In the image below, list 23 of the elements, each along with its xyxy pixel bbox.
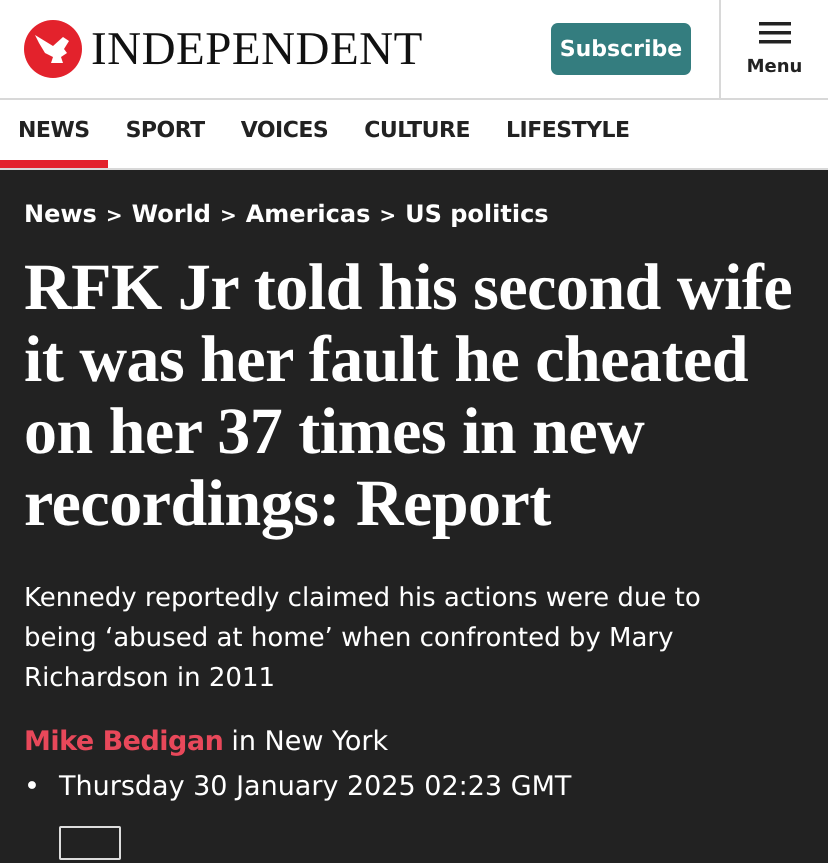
nav-tab[interactable]: SPORT [108, 100, 223, 168]
byline-location: in New York [231, 726, 388, 757]
article-standfirst: Kennedy reportedly claimed his actions were due to being ‘abused at home’ when confronted by Mary Richardson in 2011 [24, 582, 702, 695]
breadcrumb-link[interactable]: Americas [246, 200, 370, 228]
breadcrumb-link[interactable]: News [24, 200, 97, 228]
breadcrumb-link[interactable]: World [132, 200, 211, 228]
breadcrumb-link[interactable]: US politics [405, 200, 549, 228]
breadcrumb-separator: > [106, 203, 123, 227]
subscribe-button[interactable]: Subscribe [551, 23, 691, 75]
breadcrumb-separator: > [220, 203, 237, 227]
nav-tab[interactable]: NEWS [0, 100, 108, 168]
author-link[interactable]: Mike Bedigan [24, 726, 224, 757]
bullet: • [24, 771, 41, 802]
eagle-logo-icon [23, 19, 83, 79]
nav-tab[interactable]: VOICES [222, 100, 346, 168]
outlined-button[interactable] [59, 826, 121, 860]
logo-wordmark[interactable]: INDEPENDENT [91, 22, 423, 76]
breadcrumb-separator: > [379, 203, 396, 227]
article-headline: RFK Jr told his second wife it was her fault he cheated on her 37 times in new recordings: Report [24, 252, 794, 540]
publish-date: Thursday 30 January 2025 02:23 GMT [59, 771, 572, 802]
nav-tab[interactable]: CULTURE [346, 100, 488, 168]
nav-tab[interactable]: LIFESTYLE [488, 100, 648, 168]
menu-icon [758, 22, 790, 44]
